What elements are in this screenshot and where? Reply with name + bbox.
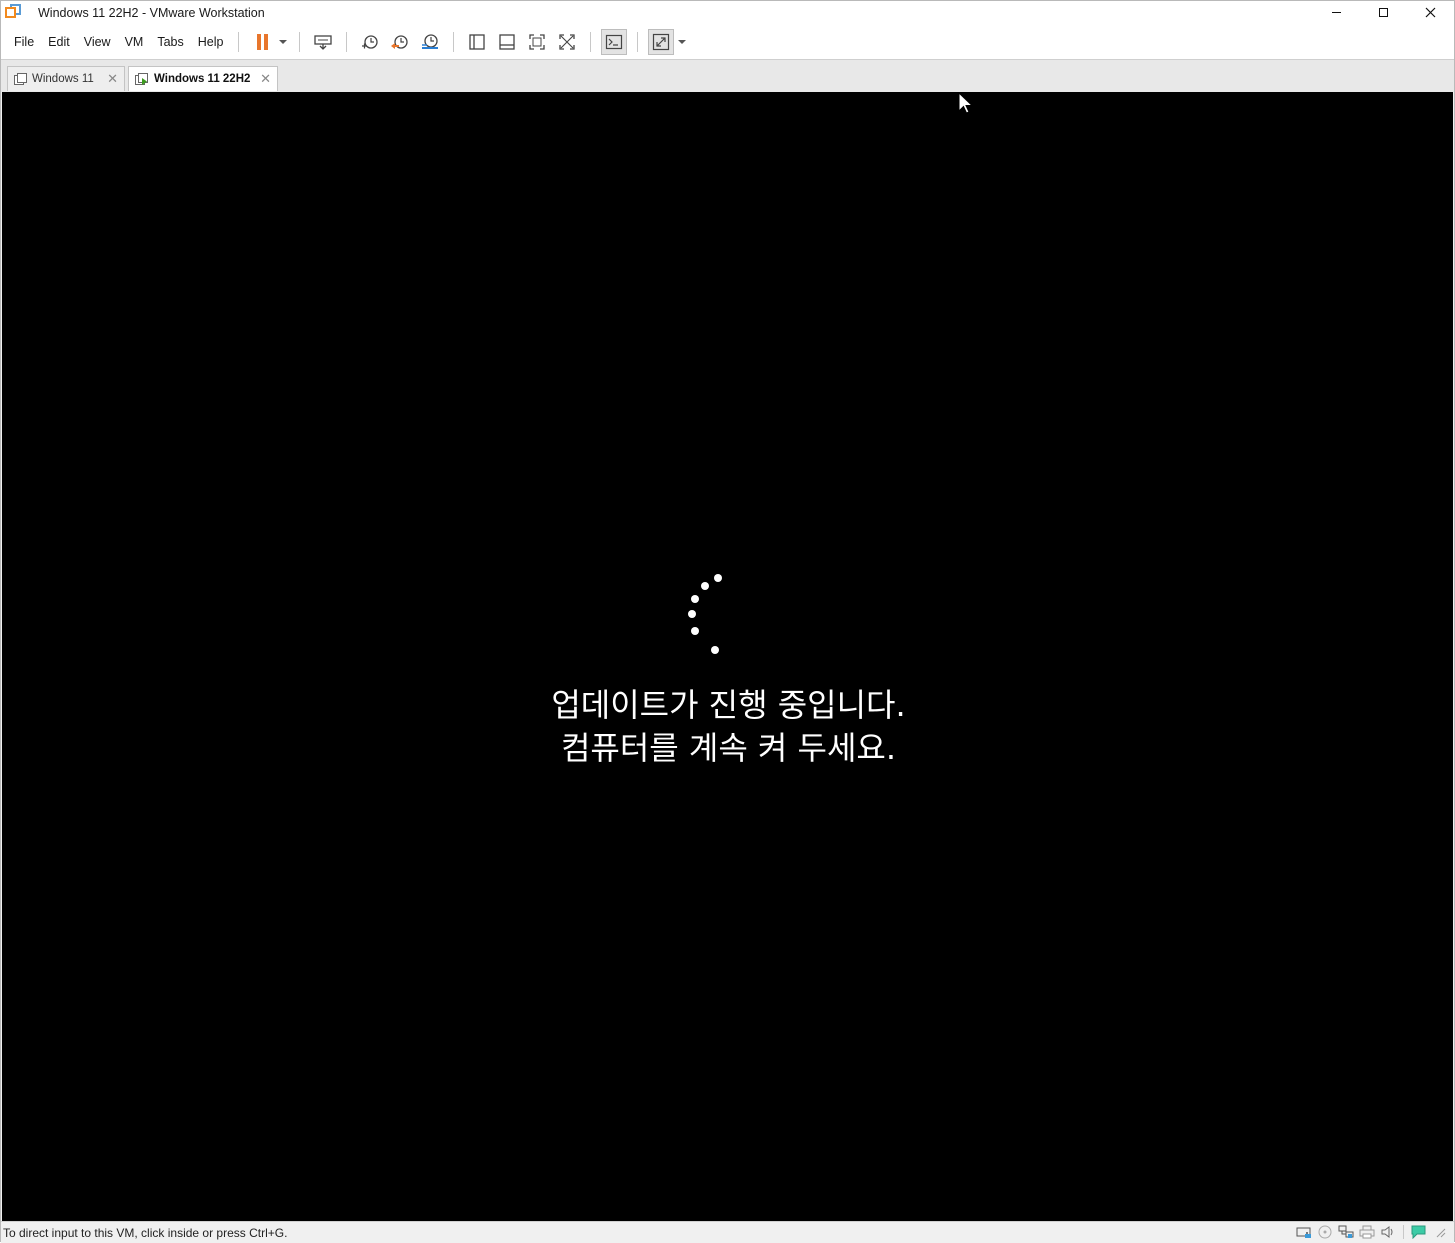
full-screen-button[interactable] [524,29,550,55]
menu-file[interactable]: File [7,31,41,53]
loading-spinner-icon [681,569,731,659]
snapshot-icon [362,34,379,49]
console-icon [606,34,623,49]
vmware-window: Windows 11 22H2 - VMware Workstation Fil… [0,0,1455,1243]
vm-tab-icon [14,72,27,85]
close-button[interactable] [1407,1,1454,24]
mouse-cursor-icon [958,92,974,114]
snapshot-manager-button[interactable] [417,29,443,55]
maximize-icon [1379,8,1388,17]
toolbar-separator [637,31,639,52]
title-bar: Windows 11 22H2 - VMware Workstation [1,1,1454,24]
stretch-guest-icon [653,33,670,50]
tab-close-icon[interactable]: ✕ [260,71,271,87]
minimize-button[interactable] [1313,1,1360,24]
pause-icon [256,33,268,50]
stretch-dropdown-arrow[interactable] [678,39,687,44]
toolbar-separator [238,31,240,52]
pause-button[interactable] [249,29,275,55]
full-screen-icon [529,33,546,50]
power-dropdown-arrow[interactable] [279,39,288,44]
tab-windows-11[interactable]: Windows 11 ✕ [7,66,125,91]
window-controls [1313,1,1454,24]
tab-windows-11-22h2[interactable]: Windows 11 22H2 ✕ [128,66,278,91]
running-vm-tab-icon [135,72,148,85]
status-separator [1403,1225,1404,1239]
toolbar-separator [590,31,592,52]
menu-help[interactable]: Help [191,31,231,53]
update-line-2: 컴퓨터를 계속 켜 두세요. [560,729,897,767]
update-message: 업데이트가 진행 중입니다. 컴퓨터를 계속 켜 두세요. [1,684,1455,770]
snapshot-manager-icon [422,33,439,49]
menu-tabs[interactable]: Tabs [150,31,190,53]
toolbar-separator [299,31,301,52]
message-icon[interactable] [1411,1224,1427,1240]
device-status-icons [1296,1224,1448,1240]
send-ctrl-alt-del-icon [314,34,333,50]
stretch-guest-button[interactable] [648,28,675,55]
menu-edit[interactable]: Edit [41,31,77,53]
send-ctrl-alt-del-button[interactable] [310,29,336,55]
revert-snapshot-icon [391,34,409,49]
thumbnail-bar-button[interactable] [494,29,520,55]
console-view-button[interactable] [601,28,628,55]
vmware-logo-icon [5,3,21,21]
status-bar: To direct input to this VM, click inside… [1,1221,1454,1243]
cd-dvd-icon[interactable] [1317,1224,1333,1240]
take-snapshot-button[interactable] [357,29,383,55]
menu-toolbar: File Edit View VM Tabs Help [1,24,1454,60]
close-icon [1425,7,1436,18]
tab-label: Windows 11 22H2 [154,73,251,85]
resize-grip-icon[interactable] [1432,1224,1448,1240]
unity-icon [559,33,576,50]
menu-view[interactable]: View [77,31,118,53]
show-library-button[interactable] [464,29,490,55]
thumbnail-bar-icon [499,33,516,50]
printer-icon[interactable] [1359,1224,1375,1240]
toolbar-separator [453,31,455,52]
minimize-icon [1332,12,1341,13]
update-line-1: 업데이트가 진행 중입니다. [551,686,906,724]
toolbar-separator [346,31,348,52]
sound-icon[interactable] [1380,1224,1396,1240]
status-message: To direct input to this VM, click inside… [3,1225,288,1240]
tab-close-icon[interactable]: ✕ [107,71,118,87]
tab-bar: Windows 11 ✕ Windows 11 22H2 ✕ [1,60,1454,92]
library-icon [469,33,486,50]
tab-label: Windows 11 [32,73,94,85]
window-title: Windows 11 22H2 - VMware Workstation [38,5,265,20]
revert-snapshot-button[interactable] [387,29,413,55]
unity-button[interactable] [554,29,580,55]
menu-vm[interactable]: VM [118,31,151,53]
hard-disk-icon[interactable] [1296,1224,1312,1240]
network-icon[interactable] [1338,1224,1354,1240]
maximize-button[interactable] [1360,1,1407,24]
